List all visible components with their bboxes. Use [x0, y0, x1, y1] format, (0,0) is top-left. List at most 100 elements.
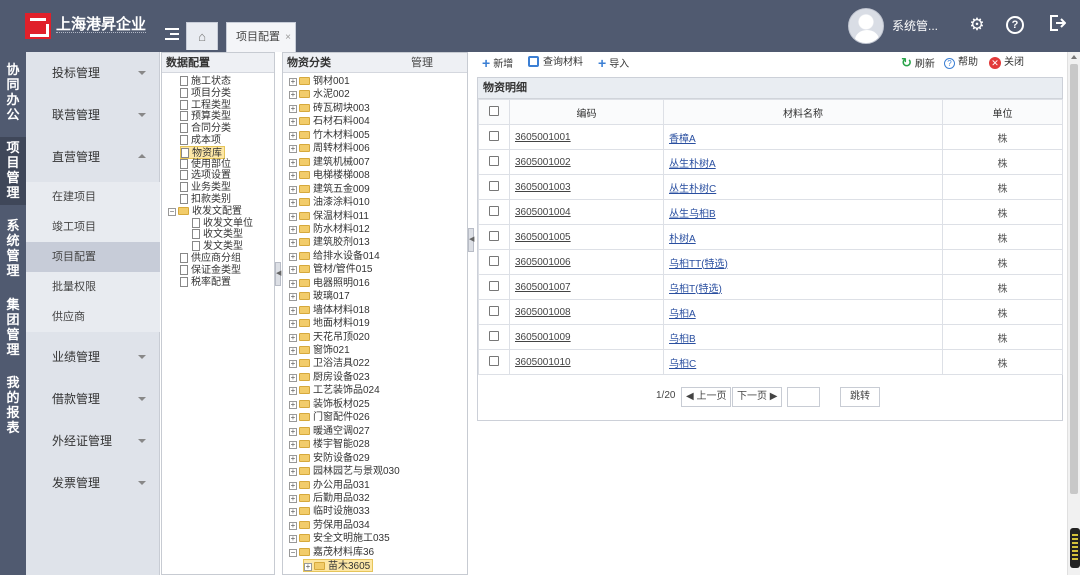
- expand-icon[interactable]: +: [289, 293, 297, 302]
- row-code[interactable]: 3605001003: [509, 174, 664, 200]
- expand-icon[interactable]: +: [289, 373, 297, 382]
- menu-toggle-icon[interactable]: [165, 28, 179, 40]
- logout-icon[interactable]: [1046, 14, 1068, 36]
- row-code[interactable]: 3605001001: [509, 124, 664, 150]
- import-button[interactable]: + 导入: [598, 56, 629, 72]
- expand-icon[interactable]: −: [289, 548, 297, 557]
- expand-icon[interactable]: +: [289, 427, 297, 436]
- row-name[interactable]: 乌桕C: [663, 349, 943, 375]
- table-row[interactable]: 3605001004 丛生乌桕B 株: [478, 199, 1063, 225]
- row-code[interactable]: 3605001005: [509, 224, 664, 250]
- category-tree-node[interactable]: + 厨房设备023: [289, 371, 370, 384]
- sidebar-sub-in-progress[interactable]: 在建项目: [26, 182, 160, 212]
- row-checkbox[interactable]: [478, 249, 510, 275]
- expand-icon[interactable]: +: [289, 320, 297, 329]
- expand-icon[interactable]: +: [289, 118, 297, 127]
- category-tree-node[interactable]: + 后勤用品032: [289, 492, 370, 505]
- category-tree-node[interactable]: + 钢材001: [289, 75, 350, 88]
- category-tree-node[interactable]: + 给排水设备014: [289, 250, 380, 263]
- row-name[interactable]: 丛生乌桕B: [663, 199, 943, 225]
- collapse-icon[interactable]: −: [168, 207, 176, 216]
- expand-icon[interactable]: +: [289, 239, 297, 248]
- category-tree-node[interactable]: + 办公用品031: [289, 479, 370, 492]
- row-name[interactable]: 乌桕T(特选): [663, 274, 943, 300]
- expand-icon[interactable]: +: [289, 252, 297, 261]
- go-button[interactable]: 跳转: [840, 387, 880, 407]
- expand-icon[interactable]: +: [289, 306, 297, 315]
- sidebar-item-bidding[interactable]: 投标管理: [26, 52, 160, 94]
- category-tree-node[interactable]: + 园林园艺与景观030: [289, 465, 400, 478]
- expand-icon[interactable]: +: [289, 481, 297, 490]
- expand-icon[interactable]: +: [289, 212, 297, 221]
- vnav-group-management[interactable]: 集团管理: [0, 297, 26, 357]
- category-tree-node[interactable]: + 工艺装饰品024: [289, 384, 380, 397]
- scroll-thumb[interactable]: [1070, 64, 1078, 494]
- category-tree-node[interactable]: + 建筑机械007: [289, 156, 370, 169]
- expand-icon[interactable]: +: [289, 400, 297, 409]
- side-widget[interactable]: [1070, 528, 1080, 568]
- category-tree-node[interactable]: + 天花吊顶020: [289, 331, 370, 344]
- category-tree-node[interactable]: + 玻璃017: [289, 290, 350, 303]
- expand-icon[interactable]: +: [289, 360, 297, 369]
- row-name[interactable]: 乌桕A: [663, 299, 943, 325]
- expand-icon[interactable]: +: [289, 266, 297, 275]
- expand-icon[interactable]: +: [289, 225, 297, 234]
- page-scrollbar[interactable]: [1067, 52, 1080, 575]
- row-checkbox[interactable]: [478, 199, 510, 225]
- category-tree-node[interactable]: + 砖瓦砌块003: [289, 102, 370, 115]
- vnav-collab-office[interactable]: 协同办公: [0, 62, 26, 122]
- row-code[interactable]: 3605001002: [509, 149, 664, 175]
- row-checkbox[interactable]: [478, 299, 510, 325]
- expand-icon[interactable]: +: [304, 563, 312, 572]
- expand-icon[interactable]: +: [289, 172, 297, 181]
- gear-icon[interactable]: ⚙: [966, 14, 988, 36]
- expand-icon[interactable]: +: [289, 454, 297, 463]
- tab-close-icon[interactable]: ×: [285, 32, 291, 43]
- row-checkbox[interactable]: [478, 349, 510, 375]
- manage-link[interactable]: 管理: [411, 53, 433, 73]
- refresh-button[interactable]: ↻ 刷新: [901, 56, 935, 72]
- row-checkbox[interactable]: [478, 124, 510, 150]
- sidebar-item-invoice[interactable]: 发票管理: [26, 462, 160, 504]
- row-code[interactable]: 3605001008: [509, 299, 664, 325]
- expand-icon[interactable]: +: [289, 535, 297, 544]
- close-button[interactable]: ✕ 关闭: [989, 56, 1024, 70]
- expand-icon[interactable]: +: [289, 279, 297, 288]
- expand-icon[interactable]: +: [289, 78, 297, 86]
- column-header-name[interactable]: 材料名称: [663, 99, 943, 125]
- category-tree-node[interactable]: + 安防设备029: [289, 452, 370, 465]
- expand-icon[interactable]: +: [289, 414, 297, 423]
- sidebar-item-performance[interactable]: 业绩管理: [26, 336, 160, 378]
- user-avatar[interactable]: [848, 8, 884, 44]
- home-tab[interactable]: ⌂: [186, 22, 218, 50]
- row-code[interactable]: 3605001006: [509, 249, 664, 275]
- category-tree-node[interactable]: + 苗木3605: [303, 559, 374, 573]
- expand-icon[interactable]: +: [289, 468, 297, 477]
- row-name[interactable]: 丛生朴树A: [663, 149, 943, 175]
- expand-icon[interactable]: +: [289, 494, 297, 503]
- sidebar-item-external-cert[interactable]: 外经证管理: [26, 420, 160, 462]
- expand-icon[interactable]: +: [289, 104, 297, 113]
- expand-icon[interactable]: +: [289, 508, 297, 517]
- expand-icon[interactable]: +: [289, 185, 297, 194]
- expand-icon[interactable]: +: [289, 91, 297, 100]
- expand-icon[interactable]: +: [289, 199, 297, 208]
- category-tree-node[interactable]: + 劳保用品034: [289, 519, 370, 532]
- table-row[interactable]: 3605001002 丛生朴树A 株: [478, 149, 1063, 175]
- table-row[interactable]: 3605001006 乌桕TT(特选) 株: [478, 249, 1063, 275]
- vnav-my-reports[interactable]: 我的报表: [0, 375, 26, 435]
- row-checkbox[interactable]: [478, 174, 510, 200]
- prev-page-button[interactable]: ◀ 上一页: [681, 387, 732, 407]
- expand-icon[interactable]: +: [289, 387, 297, 396]
- category-tree-node[interactable]: + 防水材料012: [289, 223, 370, 236]
- row-checkbox[interactable]: [478, 224, 510, 250]
- table-row[interactable]: 3605001001 香樟A 株: [478, 124, 1063, 150]
- table-row[interactable]: 3605001008 乌桕A 株: [478, 299, 1063, 325]
- expand-icon[interactable]: +: [289, 158, 297, 167]
- row-checkbox[interactable]: [478, 149, 510, 175]
- scroll-up-icon[interactable]: [1071, 55, 1077, 59]
- category-tree-node[interactable]: + 楼宇智能028: [289, 438, 370, 451]
- sidebar-sub-project-config[interactable]: 项目配置: [26, 242, 160, 272]
- category-tree-node[interactable]: + 水泥002: [289, 88, 350, 101]
- category-tree-node[interactable]: + 石材石料004: [289, 115, 370, 128]
